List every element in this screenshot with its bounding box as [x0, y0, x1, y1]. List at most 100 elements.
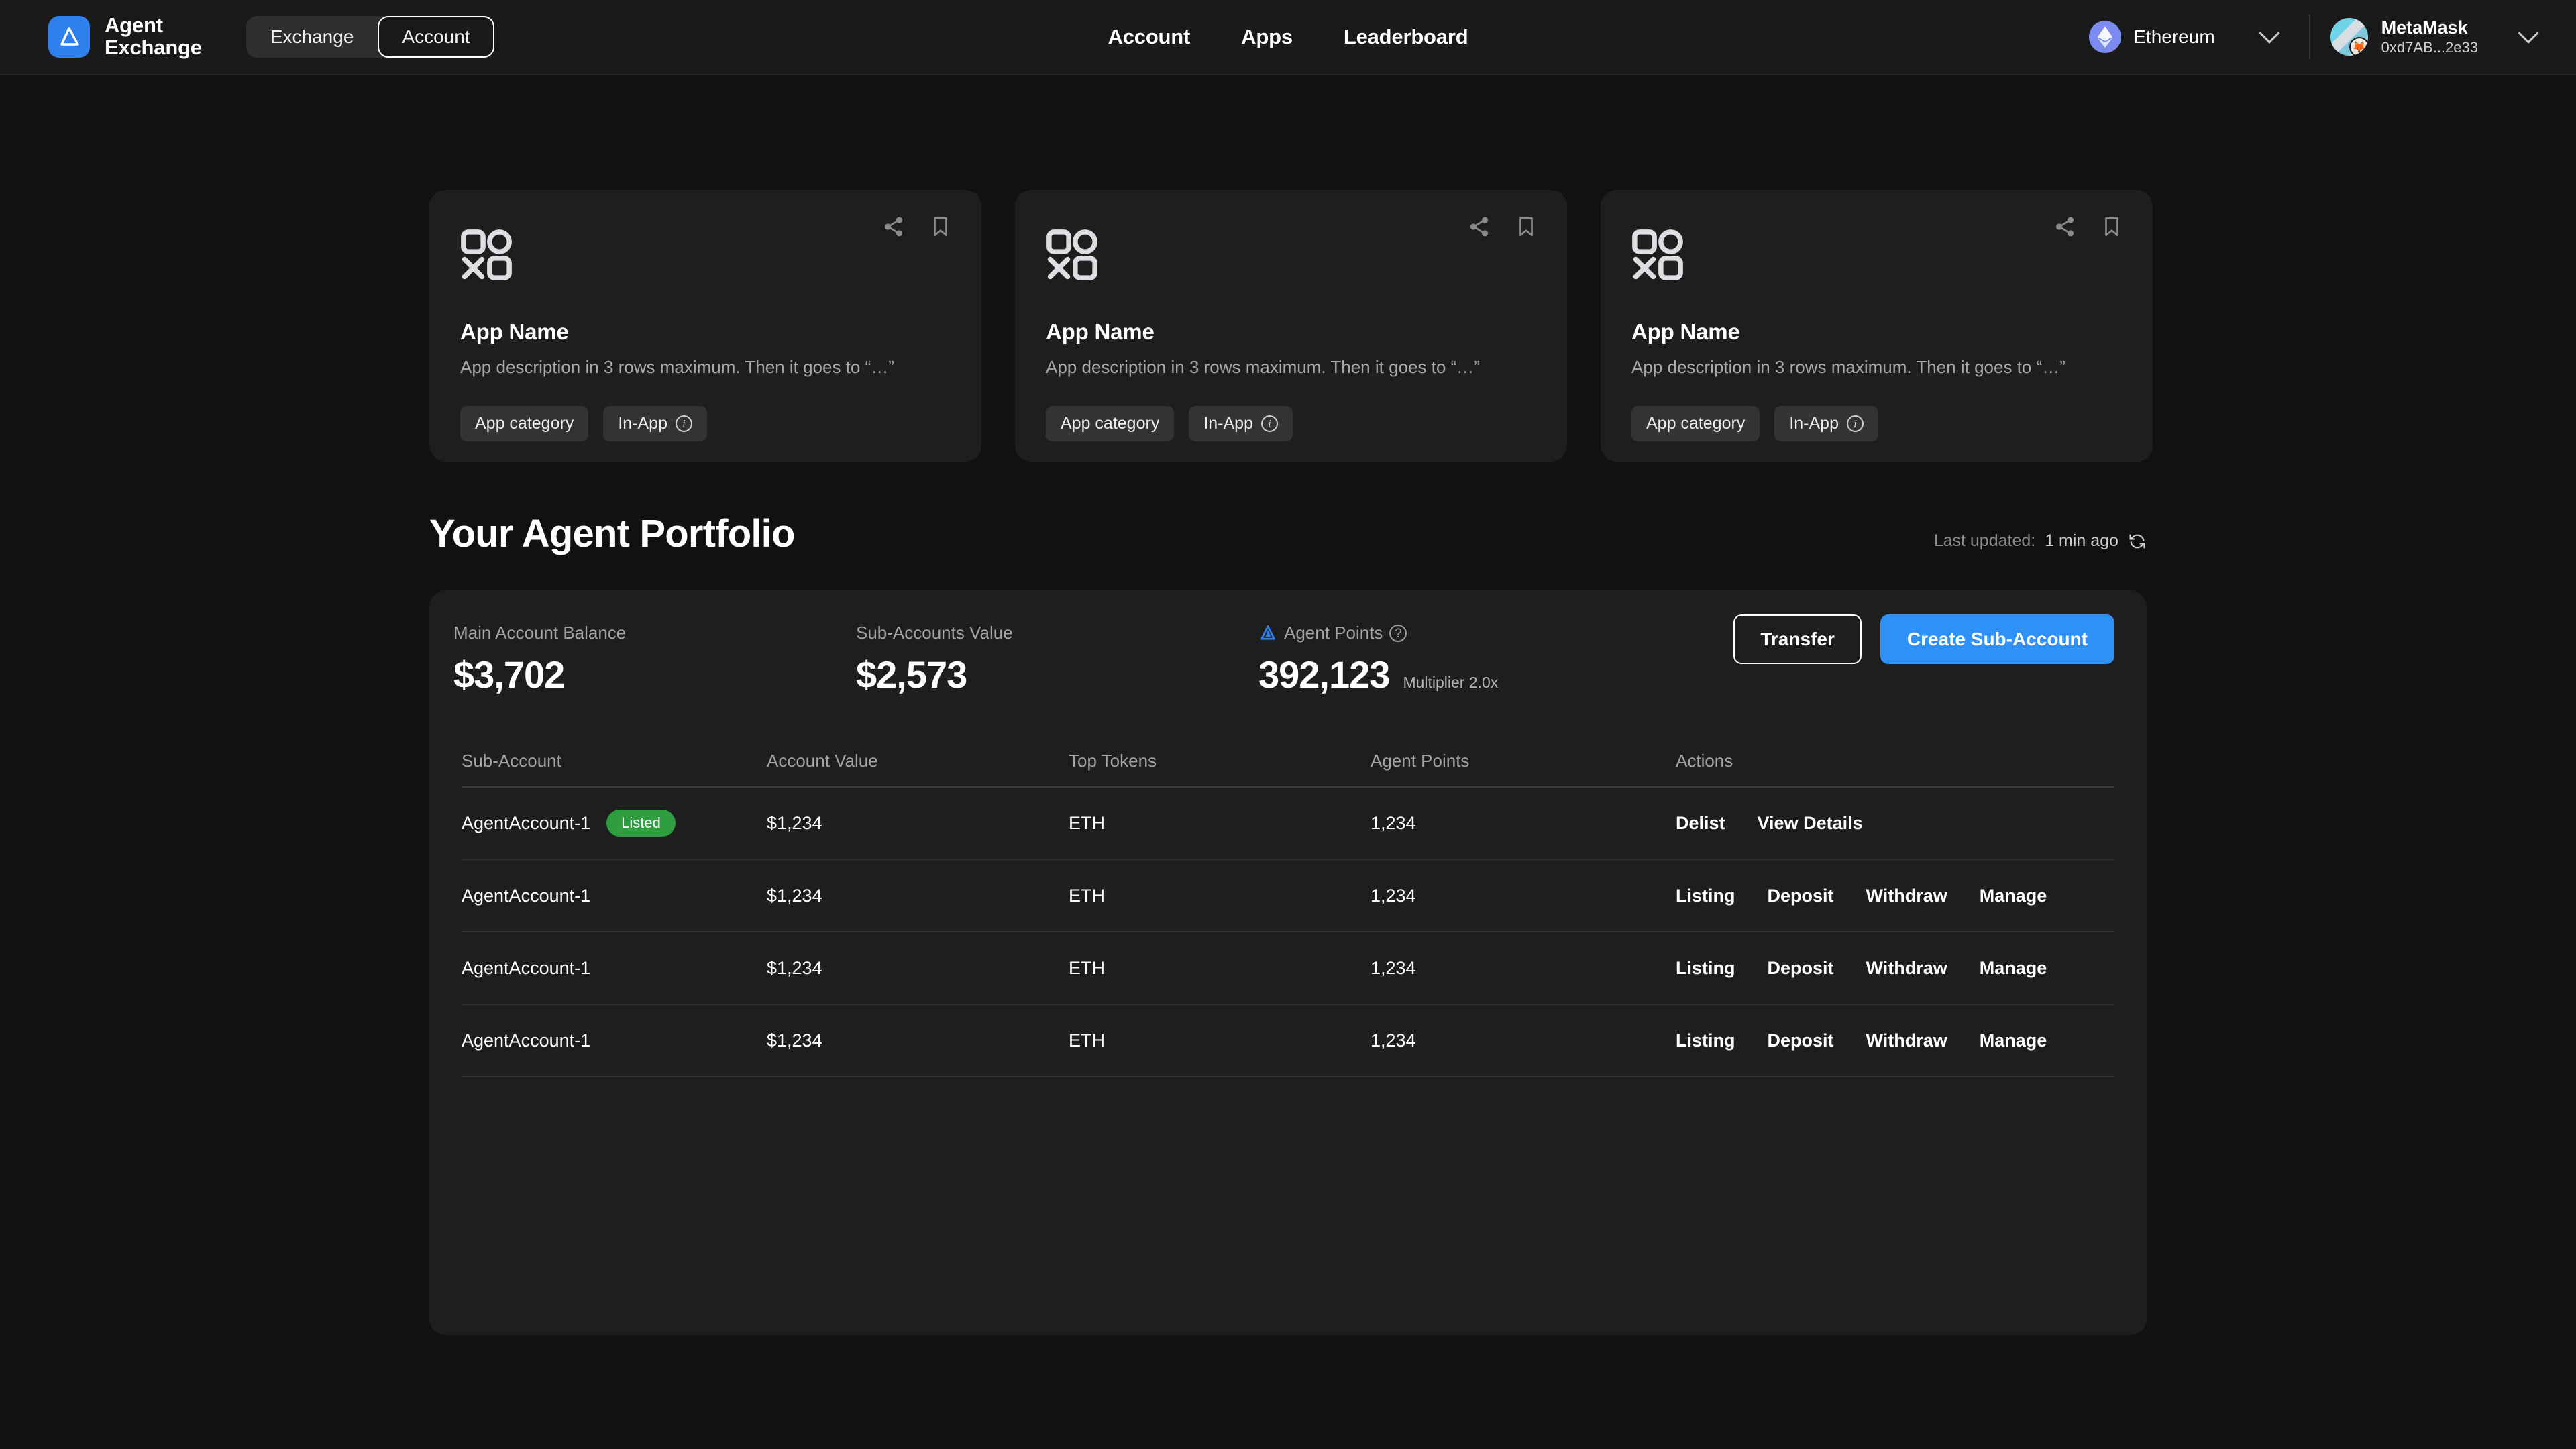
in-app-chip-label: In-App [1203, 414, 1253, 433]
share-icon[interactable] [882, 215, 905, 238]
cell-account-value: $1,234 [767, 885, 822, 906]
stat-label: Sub-Accounts Value [856, 623, 1013, 643]
cell-top-tokens: ETH [1069, 812, 1105, 833]
create-sub-account-button[interactable]: Create Sub-Account [1880, 614, 2114, 664]
share-icon[interactable] [1468, 215, 1491, 238]
action-withdraw[interactable]: Withdraw [1866, 1030, 1947, 1051]
ethereum-icon [2089, 21, 2122, 53]
action-deposit[interactable]: Deposit [1768, 958, 1834, 979]
stat-main-account-balance: Main Account Balance $3,702 [453, 623, 856, 696]
stat-agent-points: Agent Points ? 392,123 Multiplier 2.0x [1258, 623, 1498, 696]
table-row[interactable]: AgentAccount-1 $1,234 ETH 1,234 Listing … [462, 932, 2114, 1005]
app-card[interactable]: App Name App description in 3 rows maxim… [429, 190, 981, 462]
app-category-chip-label: App category [1646, 414, 1746, 433]
in-app-chip-label: In-App [618, 414, 667, 433]
transfer-button[interactable]: Transfer [1733, 614, 1862, 664]
column-header-actions: Actions [1676, 750, 1733, 771]
question-icon[interactable]: ? [1389, 624, 1407, 642]
in-app-chip[interactable]: In-App i [1189, 406, 1293, 441]
toggle-account[interactable]: Account [378, 16, 494, 58]
action-listing[interactable]: Listing [1676, 1030, 1735, 1051]
toggle-exchange[interactable]: Exchange [246, 16, 378, 58]
stat-value: $3,702 [453, 653, 565, 696]
stat-label: Main Account Balance [453, 623, 627, 643]
agent-points-icon [1260, 625, 1275, 640]
last-updated-label: Last updated: [1933, 531, 2036, 550]
stat-sub-accounts-value: Sub-Accounts Value $2,573 [856, 623, 1258, 696]
cell-top-tokens: ETH [1069, 957, 1105, 978]
action-withdraw[interactable]: Withdraw [1866, 958, 1947, 979]
column-header-sub-account: Sub-Account [462, 750, 561, 771]
app-card-title: App Name [460, 319, 569, 344]
cell-agent-points: 1,234 [1371, 957, 1416, 978]
action-manage[interactable]: Manage [1980, 1030, 2047, 1051]
cell-sub-account: AgentAccount-1 [462, 885, 591, 906]
chain-chevron-down-icon[interactable] [2259, 22, 2280, 44]
table-row[interactable]: AgentAccount-1 Listed $1,234 ETH 1,234 D… [462, 788, 2114, 860]
bookmark-icon[interactable] [929, 215, 952, 238]
table-row[interactable]: AgentAccount-1 $1,234 ETH 1,234 Listing … [462, 860, 2114, 932]
cell-account-value: $1,234 [767, 957, 822, 978]
action-deposit[interactable]: Deposit [1768, 885, 1834, 906]
header-divider [2308, 15, 2310, 59]
action-listing[interactable]: Listing [1676, 958, 1735, 979]
stat-value: $2,573 [856, 653, 967, 696]
action-delist[interactable]: Delist [1676, 813, 1725, 834]
header-right: Ethereum 🦊 MetaMask 0xd7AB...2e33 [2077, 14, 2539, 60]
nav-item-leaderboard[interactable]: Leaderboard [1344, 25, 1468, 49]
app-category-chip[interactable]: App category [1631, 406, 1760, 441]
brand-name: Agent Exchange [105, 13, 202, 59]
action-withdraw[interactable]: Withdraw [1866, 885, 1947, 906]
wallet-chevron-down-icon[interactable] [2518, 22, 2539, 44]
cell-agent-points: 1,234 [1371, 812, 1416, 833]
action-manage[interactable]: Manage [1980, 958, 2047, 979]
wallet-menu[interactable]: 🦊 MetaMask 0xd7AB...2e33 [2330, 17, 2539, 56]
info-icon[interactable]: i [1847, 415, 1864, 432]
stat-value-row: 392,123 Multiplier 2.0x [1258, 653, 1498, 696]
app-card[interactable]: App Name App description in 3 rows maxim… [1601, 190, 2153, 462]
cell-sub-account: AgentAccount-1 [462, 957, 591, 978]
bookmark-icon[interactable] [1515, 215, 1538, 238]
action-view-details[interactable]: View Details [1758, 813, 1863, 834]
info-icon[interactable]: i [676, 415, 692, 432]
share-icon[interactable] [2053, 215, 2076, 238]
info-icon[interactable]: i [1261, 415, 1278, 432]
app-category-chip-label: App category [475, 414, 574, 433]
action-deposit[interactable]: Deposit [1768, 1030, 1834, 1051]
stat-multiplier: Multiplier 2.0x [1403, 674, 1499, 691]
stat-value: 392,123 [1258, 653, 1390, 696]
app-grid-icon [1046, 229, 1097, 280]
cell-sub-account: AgentAccount-1 [462, 1030, 591, 1051]
metamask-fox-icon: 🦊 [2349, 37, 2368, 56]
chain-selector[interactable]: Ethereum [2077, 14, 2288, 60]
wallet-address: 0xd7AB...2e33 [2381, 38, 2478, 56]
table-row[interactable]: AgentAccount-1 $1,234 ETH 1,234 Listing … [462, 1005, 2114, 1077]
action-listing[interactable]: Listing [1676, 885, 1735, 906]
in-app-chip[interactable]: In-App i [1774, 406, 1878, 441]
cell-top-tokens: ETH [1069, 1030, 1105, 1051]
status-badge: Listed [606, 810, 676, 837]
app-category-chip[interactable]: App category [1046, 406, 1175, 441]
last-updated-value: 1 min ago [2045, 531, 2118, 550]
bookmark-icon[interactable] [2100, 215, 2123, 238]
app-header: Agent Exchange Exchange Account Account … [0, 0, 2576, 75]
agent-exchange-logo-icon [48, 16, 90, 58]
nav-item-apps[interactable]: Apps [1241, 25, 1293, 49]
brand[interactable]: Agent Exchange [48, 13, 202, 59]
app-card-description: App description in 3 rows maximum. Then … [460, 357, 894, 377]
in-app-chip-label: In-App [1789, 414, 1839, 433]
last-updated: Last updated: 1 min ago [1934, 531, 2147, 551]
nav-item-account[interactable]: Account [1108, 25, 1191, 49]
action-manage[interactable]: Manage [1980, 885, 2047, 906]
app-cards: App Name App description in 3 rows maxim… [429, 190, 2153, 462]
app-grid-icon [1632, 229, 1683, 280]
refresh-icon[interactable] [2128, 532, 2147, 551]
wallet-avatar: 🦊 [2330, 18, 2368, 56]
in-app-chip[interactable]: In-App i [603, 406, 707, 441]
app-card[interactable]: App Name App description in 3 rows maxim… [1015, 190, 1567, 462]
app-category-chip[interactable]: App category [460, 406, 589, 441]
cell-top-tokens: ETH [1069, 885, 1105, 906]
cell-agent-points: 1,234 [1371, 1030, 1416, 1051]
app-card-description: App description in 3 rows maximum. Then … [1046, 357, 1480, 377]
app-grid-icon [461, 229, 512, 280]
